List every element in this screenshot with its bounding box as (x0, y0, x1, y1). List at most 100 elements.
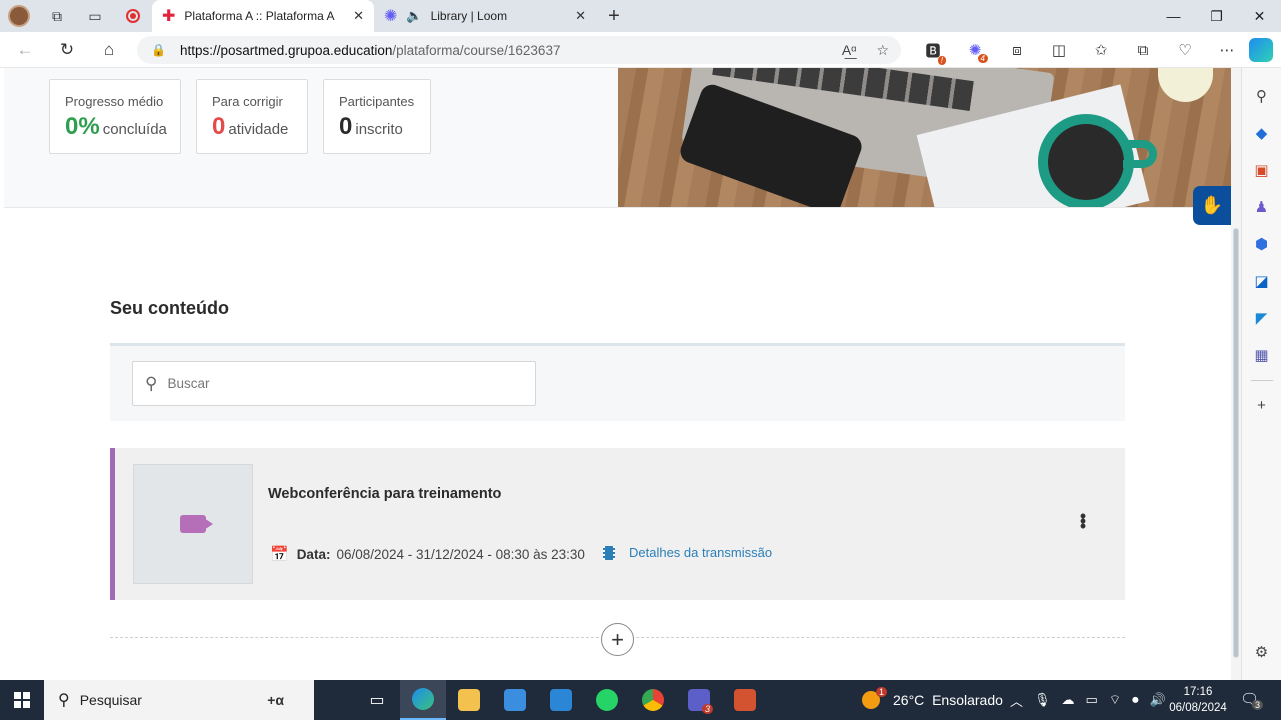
outlook-icon[interactable]: ◪ (1242, 263, 1281, 300)
browser-essentials-icon[interactable]: ♡ (1164, 41, 1206, 59)
task-view-icon[interactable]: ▭ (354, 680, 400, 720)
powerpoint-icon[interactable] (722, 680, 768, 720)
search-icon: ⚲ (145, 373, 158, 393)
extensions-bar: 🅱! ✺ 4 ⧈ ◫ ✩ ⧉ ♡ ⋯ (912, 32, 1248, 68)
microphone-icon[interactable]: 🎙 (1034, 692, 1051, 708)
teams-app-icon[interactable]: 3 (676, 680, 722, 720)
extension-b-icon[interactable]: 🅱! (912, 40, 954, 65)
date-label: Data: (296, 546, 331, 562)
more-options-icon[interactable]: • • • (1078, 507, 1088, 535)
link-label: Detalhes da transmissão (629, 545, 773, 560)
whatsapp-icon[interactable] (584, 680, 630, 720)
file-explorer-icon[interactable] (446, 680, 492, 720)
start-button[interactable] (0, 680, 44, 720)
stat-unit: inscrito (355, 121, 403, 138)
refresh-icon[interactable]: ↻ (46, 32, 88, 68)
sidebar-settings-icon[interactable]: ⚙ (1242, 634, 1281, 671)
address-bar[interactable]: 🔒 https://posartmed.grupoa.education/pla… (137, 36, 901, 64)
minimize-icon[interactable]: — (1152, 0, 1195, 32)
edge-app-icon[interactable] (400, 680, 446, 720)
taskbar-search-label: Pesquisar (79, 692, 142, 708)
search-icon[interactable]: ⚲ (1242, 78, 1281, 115)
settings-more-icon[interactable]: ⋯ (1206, 41, 1248, 59)
extension-loom-icon[interactable]: ✺ 4 (954, 41, 996, 63)
video-camera-icon (180, 515, 206, 533)
favorites-icon[interactable]: ✩ (1080, 41, 1122, 59)
search-input[interactable] (167, 376, 508, 391)
read-aloud-icon[interactable]: A͟ᵅ (842, 42, 857, 58)
tab-title: Library | Loom (430, 9, 508, 23)
games-icon[interactable]: ♟ (1242, 189, 1281, 226)
browser-tab-bar: ⧉ ▭ ✚ Plataforma A :: Plataforma A ✕ ✺ 🔈… (0, 0, 1281, 32)
microsoft365-icon[interactable]: ⬢ (1242, 226, 1281, 263)
tab-plataforma-a[interactable]: ✚ Plataforma A :: Plataforma A ✕ (152, 0, 374, 32)
window-controls: — ❐ ✕ (1152, 0, 1281, 32)
stat-label: Progresso médio (65, 94, 164, 109)
onedrive-cloud-icon[interactable]: ☁ (1062, 692, 1075, 708)
chevron-up-icon[interactable]: ︿ (1010, 691, 1023, 710)
plus-favicon-icon: ✚ (162, 8, 176, 25)
volume-icon[interactable]: 🔊 (1150, 692, 1166, 708)
split-screen-icon[interactable]: ◫ (1038, 41, 1080, 59)
windows-taskbar: ⚲ Pesquisar +α ▭ 3 1 26°C Ensolarado ︿ 🎙… (0, 680, 1281, 720)
add-content-button[interactable]: + (601, 623, 634, 656)
workspaces-icon[interactable]: ⧉ (38, 0, 76, 32)
content-item-card[interactable]: Webconferência para treinamento 📅 Data: … (110, 448, 1125, 600)
close-tab-icon[interactable]: ✕ (575, 8, 586, 24)
transmission-details-link[interactable]: Detalhes da transmissão (603, 545, 772, 560)
weather-widget[interactable]: 1 26°C Ensolarado (862, 680, 1003, 720)
shopping-tag-icon[interactable]: ◆ (1242, 115, 1281, 152)
search-highlight-icon[interactable]: +α (267, 692, 284, 708)
close-window-icon[interactable]: ✕ (1238, 0, 1281, 32)
teams-badge: 3 (701, 704, 713, 714)
section-title: Seu conteúdo (110, 298, 230, 318)
record-icon[interactable] (114, 0, 152, 32)
notification-center-icon[interactable]: 🗨 3 (1240, 690, 1264, 710)
clock-time: 17:16 (1183, 686, 1213, 698)
new-tab-button[interactable]: + (596, 5, 632, 28)
teams-icon[interactable]: ▦ (1242, 337, 1281, 374)
copilot-icon[interactable] (1249, 38, 1273, 62)
page-scrollbar[interactable] (1231, 68, 1241, 680)
tab-title: Plataforma A :: Plataforma A (184, 9, 335, 23)
notification-badge: 3 (1252, 700, 1264, 710)
tab-library-loom[interactable]: ✺ 🔈 Library | Loom ✕ (374, 0, 596, 32)
accessibility-libras-button[interactable]: ✋ (1193, 186, 1231, 225)
microsoft-store-icon[interactable] (492, 680, 538, 720)
wifi-icon[interactable]: ⌔ (1109, 692, 1121, 708)
system-clock[interactable]: 17:16 06/08/2024 (1165, 684, 1231, 716)
stat-value: 0% (65, 113, 100, 140)
extension-badge: 4 (977, 54, 988, 63)
battery-icon[interactable]: ▭ (1086, 692, 1098, 708)
add-sidebar-app-icon[interactable]: + (1242, 387, 1281, 424)
stat-card-participants: Participantes 0 inscrito (323, 79, 431, 154)
extension-badge: ! (937, 55, 946, 65)
collections-icon[interactable]: ⧉ (1122, 42, 1164, 59)
url-host: https://posartmed.grupoa.education (179, 42, 393, 58)
stat-card-progress: Progresso médio 0% concluída (49, 79, 181, 154)
windows-logo-icon (14, 692, 30, 708)
chrome-icon[interactable] (630, 680, 676, 720)
avatar (8, 5, 30, 27)
scrollbar-thumb[interactable] (1233, 228, 1239, 658)
mic-tray-icon[interactable]: ⏺ (1132, 692, 1139, 708)
taskbar-search[interactable]: ⚲ Pesquisar +α (44, 680, 314, 720)
favorite-star-icon[interactable]: ☆ (876, 42, 889, 59)
send-icon[interactable]: ◤ (1242, 300, 1281, 337)
home-icon[interactable]: ⌂ (88, 32, 130, 68)
mail-icon[interactable] (538, 680, 584, 720)
back-arrow-icon[interactable]: ← (4, 32, 46, 68)
profile-avatar[interactable] (0, 0, 38, 32)
item-date: 📅 Data: 06/08/2024 - 31/12/2024 - 08:30 … (270, 545, 585, 563)
close-tab-icon[interactable]: ✕ (353, 8, 364, 24)
item-title[interactable]: Webconferência para treinamento (268, 486, 501, 502)
speaker-icon[interactable]: 🔈 (406, 8, 422, 24)
restore-icon[interactable]: ❐ (1195, 0, 1238, 32)
search-box[interactable]: ⚲ (132, 361, 536, 406)
extensions-puzzle-icon[interactable]: ⧈ (996, 42, 1038, 59)
stat-value: 0 (212, 113, 226, 140)
tab-actions-icon[interactable]: ▭ (76, 0, 114, 32)
tools-briefcase-icon[interactable]: ▣ (1242, 152, 1281, 189)
stat-card-to-correct: Para corrigir 0 atividade (196, 79, 308, 154)
lock-icon[interactable]: 🔒 (151, 43, 166, 57)
